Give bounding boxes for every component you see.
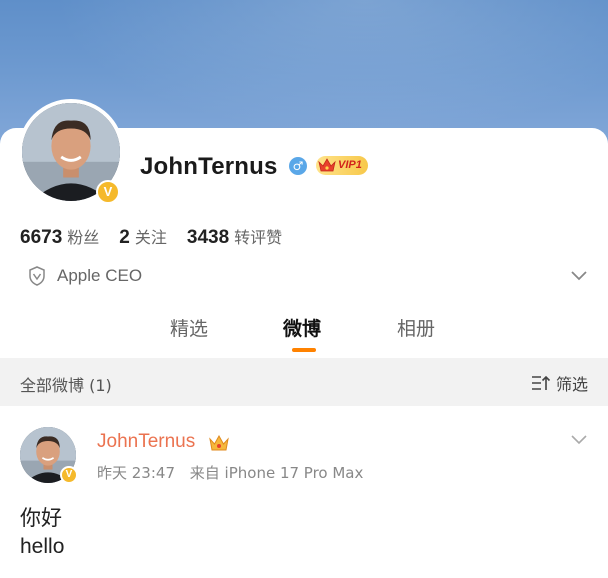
profile-stats: 6673 粉丝 2 关注 3438 转评赞	[20, 224, 302, 249]
verified-icon: V	[96, 180, 120, 204]
active-tab-indicator	[292, 348, 316, 352]
stat-value: 3438	[186, 227, 230, 248]
tab-album[interactable]: 相册	[397, 314, 435, 341]
shield-icon	[29, 266, 45, 286]
post-text-line: 你好	[20, 506, 62, 530]
filter-bar: 全部微博 (1) 筛选	[0, 358, 608, 406]
stat-following[interactable]: 2 关注	[119, 224, 167, 249]
post-time: 昨天 23:47	[97, 464, 175, 482]
post-author-name[interactable]: JohnTernus	[97, 431, 195, 453]
stat-followers[interactable]: 6673 粉丝	[20, 224, 99, 249]
profile-bio: Apple CEO	[28, 266, 142, 286]
stat-label: 转评赞	[234, 228, 283, 247]
post-source: 来自 iPhone 17 Pro Max	[189, 464, 364, 482]
stat-value: 6673	[20, 227, 63, 248]
tab-featured[interactable]: 精选	[170, 314, 208, 341]
all-posts-count: 全部微博 (1)	[20, 376, 112, 395]
stat-value: 2	[119, 227, 130, 248]
male-icon: ♂	[289, 157, 307, 175]
stat-label: 粉丝	[67, 228, 100, 247]
post-card[interactable]	[0, 406, 608, 578]
chevron-down-icon[interactable]	[570, 434, 588, 446]
bio-text: Apple CEO	[57, 266, 143, 285]
vip-label: VIP1	[338, 159, 362, 171]
profile-username: JohnTernus	[140, 153, 278, 180]
stat-reposts-comments-likes[interactable]: 3438 转评赞	[187, 224, 282, 249]
filter-button[interactable]: 筛选	[531, 371, 588, 395]
vip-crown-icon	[318, 158, 336, 172]
tab-weibo[interactable]: 微博	[283, 314, 321, 341]
stat-label: 关注	[134, 228, 167, 247]
filter-icon	[531, 375, 551, 390]
verified-icon: V	[60, 466, 78, 484]
vip-badge[interactable]: VIP1	[316, 156, 368, 175]
crown-icon	[209, 434, 229, 451]
chevron-down-icon[interactable]	[570, 270, 588, 282]
filter-label: 筛选	[555, 375, 588, 394]
post-text-line: hello	[20, 535, 65, 558]
post-meta: 昨天 23:47 来自 iPhone 17 Pro Max	[97, 462, 373, 483]
